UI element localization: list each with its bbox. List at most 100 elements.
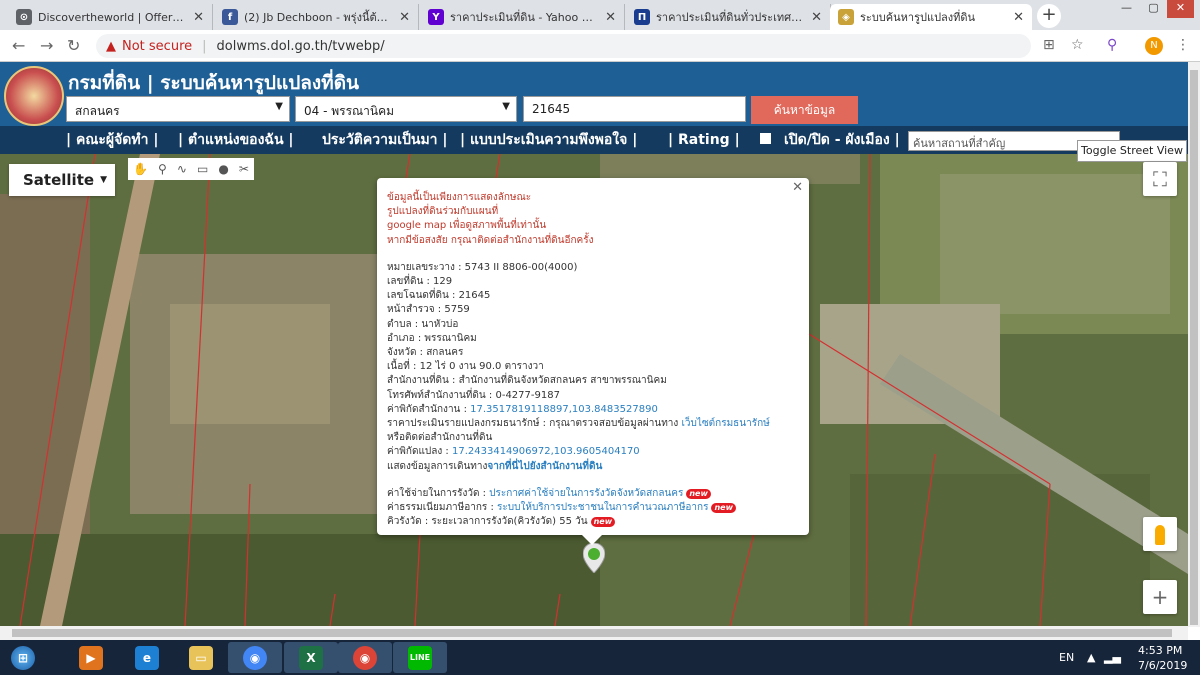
office-coord-row: ค่าพิกัดสำนักงาน : 17.3517819118897,103.… bbox=[387, 403, 658, 415]
menu-item-rating[interactable]: | Rating | bbox=[668, 126, 740, 154]
directions-row: แสดงข้อมูลการเดินทางจากที่นี่ไปยังสำนักง… bbox=[387, 460, 799, 474]
zoom-in-button[interactable]: + bbox=[1143, 580, 1177, 614]
appraisal-row-2: หรือติดต่อสำนักงานที่ดิน bbox=[387, 432, 493, 444]
forward-icon[interactable]: → bbox=[40, 36, 53, 55]
disclaimer-line: รูปแปลงที่ดินร่วมกับแผนที่ bbox=[387, 206, 499, 218]
field-value: 129 bbox=[433, 276, 453, 288]
survey-fee-link[interactable]: ประกาศค่าใช้จ่ายในการรังวัดจังหวัดสกลนคร bbox=[489, 488, 683, 499]
toggle-street-view-button[interactable]: Toggle Street View bbox=[1077, 140, 1187, 162]
taskbar-chrome-2[interactable]: ◉ bbox=[338, 642, 392, 673]
chevron-down-icon: ▼ bbox=[502, 101, 510, 112]
taskbar-ie[interactable]: e bbox=[120, 642, 174, 673]
omnibox[interactable]: ▲ Not secure | dolwms.dol.go.th/tvwebp/ bbox=[96, 34, 1031, 58]
fee-row: คิวรังวัด : ระยะเวลาการรังวัด(คิวรังวัด)… bbox=[387, 515, 799, 529]
treasury-website-link[interactable]: เว็บไซต์กรมธนารักษ์ bbox=[681, 418, 769, 429]
survey-queue-value: ระยะเวลาการรังวัด(คิวรังวัด) 55 วัน bbox=[431, 516, 588, 528]
polyline-tool-icon[interactable]: ∿ bbox=[177, 162, 187, 176]
menu-item-survey[interactable]: | แบบประเมินความพึงพอใจ | bbox=[460, 126, 637, 154]
minimize-button[interactable]: — bbox=[1113, 0, 1140, 18]
security-label[interactable]: Not secure bbox=[122, 39, 192, 54]
street-view-pegman-icon[interactable] bbox=[1143, 517, 1177, 551]
field-label: ค่าธรรมเนียมภาษีอากร bbox=[387, 502, 488, 514]
excel-icon: X bbox=[299, 645, 323, 670]
url-text[interactable]: dolwms.dol.go.th/tvwebp/ bbox=[217, 39, 385, 54]
field-label: แสดงข้อมูลการเดินทาง bbox=[387, 460, 488, 472]
office-coord-link[interactable]: 17.3517819118897,103.8483527890 bbox=[470, 404, 658, 415]
clock-date[interactable]: 7/6/2019 bbox=[1138, 659, 1187, 672]
taskbar-excel[interactable]: X bbox=[284, 642, 338, 673]
menu-item-history[interactable]: ประวัติความเป็นมา | bbox=[322, 126, 448, 154]
tab-facebook[interactable]: f (2) Jb Dechboon - พรุ่งนี้ต้องไปรีทร ✕ bbox=[214, 4, 419, 30]
menu-item-city-plan[interactable]: เปิด/ปิด - ผังเมือง | bbox=[784, 126, 900, 154]
close-tab-icon[interactable]: ✕ bbox=[1013, 10, 1024, 25]
tab-title: ระบบค้นหารูปแปลงที่ดิน bbox=[860, 11, 976, 24]
hand-tool-icon[interactable]: ✋ bbox=[133, 162, 148, 176]
district-select[interactable]: 04 - พรรณานิคม ▼ bbox=[295, 96, 517, 122]
field-label: อำเภอ bbox=[387, 332, 415, 344]
menu-dots-icon[interactable]: ⋮ bbox=[1176, 37, 1190, 53]
translate-icon[interactable]: ⊞ bbox=[1043, 37, 1055, 53]
field-label: คิวรังวัด bbox=[387, 516, 422, 528]
clock-time[interactable]: 4:53 PM bbox=[1138, 644, 1182, 657]
close-tab-icon[interactable]: ✕ bbox=[605, 10, 616, 25]
deed-number-input[interactable]: 21645 bbox=[523, 96, 746, 122]
bookmark-star-icon[interactable]: ☆ bbox=[1071, 37, 1084, 53]
marker-tool-icon[interactable]: ⚲ bbox=[158, 162, 167, 176]
search-button[interactable]: ค้นหาข้อมูล bbox=[751, 96, 858, 124]
city-plan-checkbox[interactable] bbox=[760, 133, 771, 144]
start-button[interactable]: ⊞ bbox=[0, 642, 46, 673]
windows-taskbar: ⊞ ▶ e ▭ ◉ X ◉ LINE EN ▲ ▂▄ 4:53 PM 7/6/2… bbox=[0, 640, 1200, 675]
folder-icon: ▭ bbox=[189, 645, 213, 670]
taskbar-explorer[interactable]: ▭ bbox=[174, 642, 228, 673]
field-label: ค่าใช้จ่ายในการรังวัด bbox=[387, 487, 480, 499]
directions-link[interactable]: จากที่นี่ไปยังสำนักงานที่ดิน bbox=[487, 461, 602, 472]
internet-explorer-icon: e bbox=[135, 645, 159, 670]
province-select[interactable]: สกลนคร ▼ bbox=[66, 96, 290, 122]
profile-avatar[interactable]: N bbox=[1145, 37, 1163, 55]
close-icon[interactable]: ✕ bbox=[792, 180, 803, 195]
close-tab-icon[interactable]: ✕ bbox=[399, 10, 410, 25]
tax-service-link[interactable]: ระบบให้บริการประชาชนในการคำนวณภาษีอากร bbox=[497, 502, 708, 513]
field-label: ราคาประเมินรายแปลงกรมธนารักษ์ bbox=[387, 418, 540, 430]
network-icon[interactable]: ▂▄ bbox=[1104, 651, 1121, 664]
close-tab-icon[interactable]: ✕ bbox=[811, 10, 822, 25]
extension-icon[interactable]: ⚲ bbox=[1107, 37, 1117, 53]
close-window-button[interactable]: ✕ bbox=[1167, 0, 1194, 18]
language-indicator[interactable]: EN bbox=[1059, 651, 1074, 664]
maximize-button[interactable]: ▢ bbox=[1140, 0, 1167, 18]
menu-item-team[interactable]: | คณะผู้จัดทำ | bbox=[66, 126, 158, 154]
close-tab-icon[interactable]: ✕ bbox=[193, 10, 204, 25]
vertical-scrollbar[interactable] bbox=[1188, 62, 1200, 627]
taskbar-chrome-1[interactable]: ◉ bbox=[228, 642, 282, 673]
horizontal-scrollbar[interactable] bbox=[0, 626, 1188, 640]
circle-tool-icon[interactable]: ● bbox=[218, 162, 228, 176]
back-icon[interactable]: ← bbox=[12, 36, 25, 55]
fee-row: ค่าธรรมเนียมภาษีอากร : ระบบให้บริการประช… bbox=[387, 501, 799, 515]
map-type-label: Satellite bbox=[23, 171, 95, 189]
taskbar-line[interactable]: LINE bbox=[393, 642, 447, 673]
fullscreen-icon[interactable]: ⛶ bbox=[1143, 162, 1177, 196]
tab-dol-active[interactable]: ◈ ระบบค้นหารูปแปลงที่ดิน ✕ bbox=[830, 4, 1032, 30]
yahoo-icon: Y bbox=[428, 9, 444, 25]
field-label: เลขโฉนดที่ดิน bbox=[387, 290, 449, 302]
line-app-icon: LINE bbox=[408, 645, 432, 670]
parcel-coord-link[interactable]: 17.2433414906972,103.9605404170 bbox=[452, 446, 640, 457]
fees-section: ค่าใช้จ่ายในการรังวัด : ประกาศค่าใช้จ่าย… bbox=[387, 487, 799, 530]
field-row: หมายเลขระวาง : 5743 II 8806-00(4000) bbox=[387, 261, 578, 273]
rectangle-tool-icon[interactable]: ▭ bbox=[197, 162, 208, 176]
tab-shop[interactable]: Π ราคาประเมินที่ดินทั่วประเทศ | shopr ✕ bbox=[626, 4, 831, 30]
disclaimer-line: ข้อมูลนี้เป็นเพียงการแสดงลักษณะ bbox=[387, 192, 532, 203]
taskbar-media-player[interactable]: ▶ bbox=[64, 642, 118, 673]
polygon-tool-icon[interactable]: ✂ bbox=[239, 162, 249, 176]
map-type-select[interactable]: Satellite ▼ bbox=[9, 164, 115, 196]
new-tab-button[interactable]: + bbox=[1037, 4, 1061, 28]
tray-arrow-icon[interactable]: ▲ bbox=[1087, 651, 1095, 664]
parcel-marker-icon[interactable] bbox=[583, 543, 605, 573]
tab-yahoo[interactable]: Y ราคาประเมินที่ดิน - Yahoo Search Re ✕ bbox=[420, 4, 625, 30]
field-row: หน้าสำรวจ : 5759 bbox=[387, 304, 470, 316]
field-value: 12 ไร่ 0 งาน 90.0 ตารางวา bbox=[419, 361, 544, 373]
tab-discovertheworld[interactable]: ⊙ Discovertheworld | Offers and Pro ✕ bbox=[8, 4, 213, 30]
field-row: อำเภอ : พรรณานิคม bbox=[387, 332, 477, 344]
reload-icon[interactable]: ↻ bbox=[67, 36, 80, 55]
menu-item-my-location[interactable]: | ตำแหน่งของฉัน | bbox=[178, 126, 294, 154]
